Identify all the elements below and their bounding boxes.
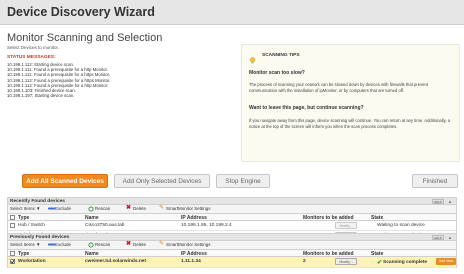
select-items-dropdown[interactable]: Select Items ▼ <box>10 206 40 211</box>
exclude-icon <box>48 242 55 247</box>
delete-label: Delete <box>133 206 147 211</box>
status-heading: STATUS MESSAGES: <box>7 55 56 60</box>
instruction-text: Select Devices to monitor. <box>7 45 60 50</box>
device-state: Waiting to scan device <box>377 223 425 228</box>
select-all-checkbox[interactable] <box>10 251 15 256</box>
delete-icon: ✖ <box>126 205 132 211</box>
stop-engine-button[interactable]: Stop Engine <box>216 174 270 188</box>
page-heading: Monitor Scanning and Selection <box>7 32 163 44</box>
rescan-button[interactable]: Rescan <box>88 242 111 248</box>
device-type: Hub / Switch <box>18 223 45 228</box>
select-all-checkbox[interactable] <box>10 215 15 220</box>
rescan-icon <box>88 206 94 212</box>
device-state: Scanning complete <box>383 259 428 265</box>
window-title: Device Discovery Wizard <box>7 5 155 19</box>
collapse-icon[interactable]: ▲ <box>447 199 453 204</box>
tips-heading: SCANNING TIPS <box>262 53 300 58</box>
wand-icon: ✎ <box>159 241 165 247</box>
device-ip: 10.199.1.55, 10.199.2.4 <box>181 223 232 228</box>
status-messages: 10.199.1.112: Starting device scan. 10.1… <box>7 62 217 98</box>
select-items-dropdown[interactable]: Select Items ▼ <box>10 242 40 247</box>
collapse-icon[interactable]: ▲ <box>447 235 453 240</box>
exclude-icon <box>48 206 55 211</box>
finished-button[interactable]: Finished <box>412 174 458 188</box>
exclude-label: Exclude <box>55 242 72 247</box>
previous-column-header: Type Name IP Address Monitors to be adde… <box>7 249 457 257</box>
row-checkbox-checked[interactable] <box>10 259 15 264</box>
smartmonitor-settings-button[interactable]: ✎ SmartMonitor Settings <box>159 205 211 211</box>
smartmonitor-label: SmartMonitor Settings <box>166 242 211 247</box>
title-bar: Device Discovery Wizard <box>0 0 464 25</box>
state-complete: ✔ Scanning complete <box>377 259 427 266</box>
row-checkbox[interactable] <box>10 223 15 228</box>
add-now-button[interactable]: Add Now <box>436 258 456 265</box>
wand-icon: ✎ <box>159 205 165 211</box>
delete-icon: ✖ <box>126 241 132 247</box>
delete-button[interactable]: ✖ Delete <box>126 205 147 211</box>
tip-answer: If you navigate away from this page, dev… <box>249 118 451 129</box>
previous-toolbar: Select Items ▼ Exclude Rescan ✖ Delete ✎… <box>7 241 457 249</box>
smartmonitor-settings-button[interactable]: ✎ SmartMonitor Settings <box>159 241 211 247</box>
recent-devices-title: Recently Found devices <box>10 199 65 204</box>
add-all-devices-button[interactable]: Add All Scanned Devices <box>22 174 108 188</box>
device-ip: 1.11.1.34 <box>181 259 201 264</box>
device-type: Workstation <box>18 259 46 264</box>
monitor-count: 2 <box>303 259 306 264</box>
tip-answer: The process of scanning your network can… <box>249 82 428 93</box>
scanning-tips-panel: SCANNING TIPS Monitor scan too slow? The… <box>241 44 460 162</box>
previous-devices-title: Previously Found devices <box>10 235 70 240</box>
add-selected-devices-button[interactable]: Add Only Selected Devices <box>114 174 210 188</box>
help-button[interactable]: HELP <box>432 235 444 240</box>
rescan-icon <box>88 242 94 248</box>
device-name: cweimer.tul.solarwinds.net <box>85 259 147 264</box>
table-row[interactable]: Workstation cweimer.tul.solarwinds.net 1… <box>7 257 457 268</box>
checkmark-icon: ✔ <box>377 259 383 266</box>
previous-devices-header: Previously Found devices HELP ▲ <box>7 233 457 241</box>
tip-question: Want to leave this page, but continue sc… <box>249 105 364 111</box>
rescan-label: Rescan <box>95 206 111 211</box>
recent-column-header: Type Name IP Address Monitors to be adde… <box>7 213 457 221</box>
delete-button[interactable]: ✖ Delete <box>126 241 147 247</box>
lightbulb-icon <box>249 51 256 64</box>
modify-button[interactable]: Modify... <box>335 258 357 265</box>
delete-label: Delete <box>133 242 147 247</box>
rescan-label: Rescan <box>95 242 111 247</box>
table-row[interactable]: Hub / Switch Cisco3750.aus.lab 10.199.1.… <box>7 221 457 231</box>
exclude-label: Exclude <box>55 206 72 211</box>
recent-toolbar: Select Items ▼ Exclude Rescan ✖ Delete ✎… <box>7 205 457 213</box>
help-button[interactable]: HELP <box>432 199 444 204</box>
status-line: 10.199.1.197: Starting device scan. <box>7 93 75 99</box>
modify-button[interactable]: Modify... <box>335 222 357 229</box>
recent-devices-header: Recently Found devices HELP ▲ <box>7 197 457 205</box>
exclude-button[interactable]: Exclude <box>48 242 71 247</box>
smartmonitor-label: SmartMonitor Settings <box>166 206 211 211</box>
rescan-button[interactable]: Rescan <box>88 206 111 212</box>
tip-question: Monitor scan too slow? <box>249 70 305 76</box>
exclude-button[interactable]: Exclude <box>48 206 71 211</box>
device-name: Cisco3750.aus.lab <box>85 223 125 228</box>
